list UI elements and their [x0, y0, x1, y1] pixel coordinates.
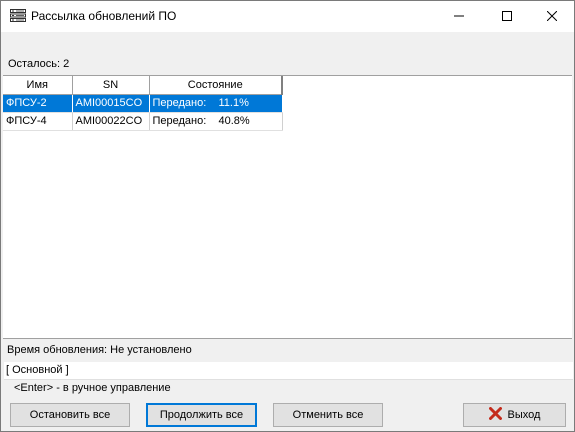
- stop-all-button[interactable]: Остановить все: [10, 403, 130, 427]
- window-title: Рассылка обновлений ПО: [31, 9, 177, 23]
- close-button[interactable]: [529, 1, 575, 31]
- row-state: Передано: 11.1%: [149, 94, 283, 113]
- row-progress: 40.8%: [218, 115, 250, 127]
- maximize-icon: [502, 11, 512, 21]
- cancel-all-button[interactable]: Отменить все: [273, 403, 383, 427]
- minimize-button[interactable]: [436, 1, 482, 31]
- table-row[interactable]: ФПСУ-4 AMI00022CO Передано: 40.8%: [3, 112, 283, 131]
- device-table[interactable]: Имя SN Состояние ФПСУ-2 AMI00015CO Перед…: [3, 76, 283, 131]
- close-icon: [547, 11, 557, 21]
- keyboard-hint: <Enter> - в ручное управление: [14, 382, 171, 394]
- row-name: ФПСУ-4: [3, 112, 73, 131]
- row-name: ФПСУ-2: [3, 94, 73, 113]
- table-header: Имя SN Состояние: [3, 76, 283, 95]
- row-progress: 11.1%: [218, 97, 249, 109]
- maximize-button[interactable]: [484, 1, 530, 31]
- server-list-icon: [10, 9, 26, 23]
- device-list[interactable]: Имя SN Состояние ФПСУ-2 AMI00015CO Перед…: [3, 75, 572, 339]
- row-state: Передано: 40.8%: [149, 112, 283, 131]
- table-row[interactable]: ФПСУ-2 AMI00015CO Передано: 11.1%: [3, 94, 283, 113]
- red-x-icon: [488, 407, 502, 423]
- update-distribution-window: Рассылка обновлений ПО Осталось: 2 Имя S…: [0, 0, 575, 432]
- column-header-state[interactable]: Состояние: [149, 76, 283, 95]
- minimize-icon: [454, 15, 464, 17]
- title-bar[interactable]: Рассылка обновлений ПО: [1, 1, 574, 32]
- exit-button[interactable]: Выход: [463, 403, 566, 427]
- column-header-sn[interactable]: SN: [72, 76, 150, 95]
- continue-all-button[interactable]: Продолжить все: [146, 403, 257, 427]
- row-sn: AMI00022CO: [72, 112, 150, 131]
- remaining-count: Осталось: 2: [8, 58, 70, 70]
- update-time-status: Время обновления: Не установлено: [7, 344, 192, 356]
- column-header-name[interactable]: Имя: [3, 76, 73, 95]
- row-sn: AMI00015CO: [72, 94, 150, 113]
- row-state-label: Передано:: [152, 97, 207, 109]
- row-state-label: Передано:: [152, 115, 207, 127]
- exit-button-label: Выход: [507, 409, 541, 421]
- mode-indicator: [ Основной ]: [4, 362, 573, 380]
